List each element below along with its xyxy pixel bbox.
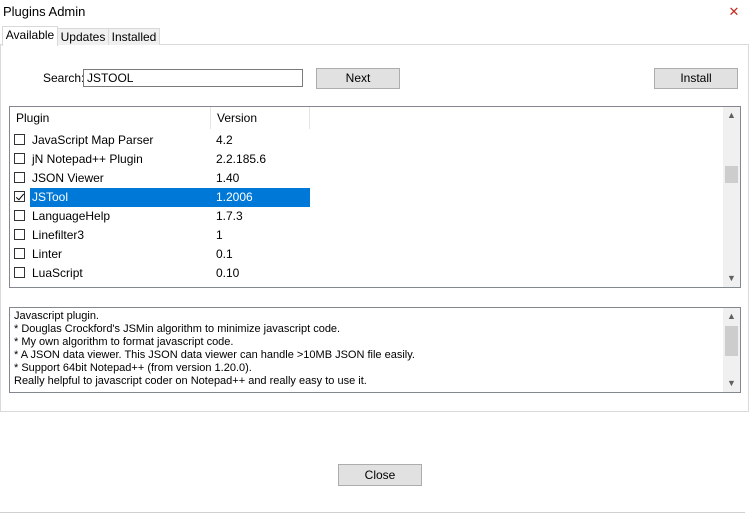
description-line: * Douglas Crockford's JSMin algorithm to… xyxy=(14,323,341,335)
plugin-checkbox[interactable] xyxy=(14,210,25,221)
tab-updates[interactable]: Updates xyxy=(57,28,109,45)
scroll-down-icon[interactable]: ▼ xyxy=(723,270,740,287)
description-line: Really helpful to javascript coder on No… xyxy=(14,375,367,387)
description-line: * My own algorithm to format javascript … xyxy=(14,336,234,348)
scroll-down-icon[interactable]: ▼ xyxy=(723,375,740,392)
plugin-name: LanguageHelp xyxy=(32,209,111,223)
plugin-row[interactable]: Linefilter3 1 xyxy=(10,226,310,245)
plugin-name: Linter xyxy=(32,247,63,261)
plugin-name: jN Notepad++ Plugin xyxy=(32,152,143,166)
plugin-checkbox[interactable] xyxy=(14,267,25,278)
scroll-up-icon[interactable]: ▲ xyxy=(723,308,740,325)
list-scrollbar[interactable]: ▲ ▼ xyxy=(723,107,740,287)
plugin-row[interactable]: Linter 0.1 xyxy=(10,245,310,264)
description-line: * Support 64bit Notepad++ (from version … xyxy=(14,362,252,374)
column-header-plugin[interactable]: Plugin xyxy=(10,107,211,129)
plugin-version: 1.7.3 xyxy=(216,209,243,223)
plugin-version: 4.2 xyxy=(216,133,233,147)
plugin-row[interactable]: jN Notepad++ Plugin 2.2.185.6 xyxy=(10,150,310,169)
plugin-checkbox[interactable] xyxy=(14,248,25,259)
plugin-version: 0.1 xyxy=(216,247,233,261)
plugin-version: 2.2.185.6 xyxy=(216,152,267,166)
plugin-checkbox[interactable] xyxy=(14,153,25,164)
search-input[interactable] xyxy=(83,69,303,87)
plugin-name: LuaScript xyxy=(32,266,83,280)
plugin-row[interactable]: JSON Viewer 1.40 xyxy=(10,169,310,188)
plugin-name: JSON Viewer xyxy=(32,171,104,185)
next-button[interactable]: Next xyxy=(316,68,400,89)
plugin-checkbox[interactable] xyxy=(14,134,25,145)
plugin-version: 1 xyxy=(216,228,223,242)
description-line: * A JSON data viewer. This JSON data vie… xyxy=(14,349,415,361)
description-scrollbar[interactable]: ▲ ▼ xyxy=(723,308,740,392)
plugin-row[interactable]: LanguageHelp 1.7.3 xyxy=(10,207,310,226)
plugin-name: JSTool xyxy=(30,188,211,207)
plugin-version: 1.2006 xyxy=(211,188,310,207)
plugin-checkbox[interactable] xyxy=(14,172,25,183)
search-label: Search: xyxy=(43,71,85,85)
plugin-row-selected[interactable]: JSTool 1.2006 xyxy=(10,188,310,207)
close-icon[interactable]: ✕ xyxy=(723,2,745,22)
plugin-row[interactable]: JavaScript Map Parser 4.2 xyxy=(10,131,310,150)
install-button[interactable]: Install xyxy=(654,68,738,89)
plugin-row[interactable]: LuaScript 0.10 xyxy=(10,264,310,283)
plugin-description[interactable]: Javascript plugin. * Douglas Crockford's… xyxy=(9,307,741,393)
close-button[interactable]: Close xyxy=(338,464,422,486)
tab-available[interactable]: Available xyxy=(2,26,58,46)
window-title: Plugins Admin xyxy=(3,4,86,19)
description-line: Javascript plugin. xyxy=(14,310,99,322)
list-header: Plugin Version xyxy=(10,107,723,129)
scroll-thumb[interactable] xyxy=(725,326,738,356)
plugin-version: 0.10 xyxy=(216,266,240,280)
plugin-list[interactable]: Plugin Version JavaScript Map Parser 4.2… xyxy=(9,106,741,288)
tab-installed[interactable]: Installed xyxy=(108,28,160,45)
scroll-thumb[interactable] xyxy=(725,166,738,183)
title-bar: Plugins Admin ✕ xyxy=(0,0,749,25)
plugin-checkbox-checked[interactable] xyxy=(14,191,25,202)
bottom-divider xyxy=(0,512,745,513)
scroll-up-icon[interactable]: ▲ xyxy=(723,107,740,124)
plugin-name: JavaScript Map Parser xyxy=(32,133,154,147)
plugin-version: 1.40 xyxy=(216,171,240,185)
column-header-version[interactable]: Version xyxy=(211,107,310,129)
plugin-name: Linefilter3 xyxy=(32,228,85,242)
plugin-checkbox[interactable] xyxy=(14,229,25,240)
